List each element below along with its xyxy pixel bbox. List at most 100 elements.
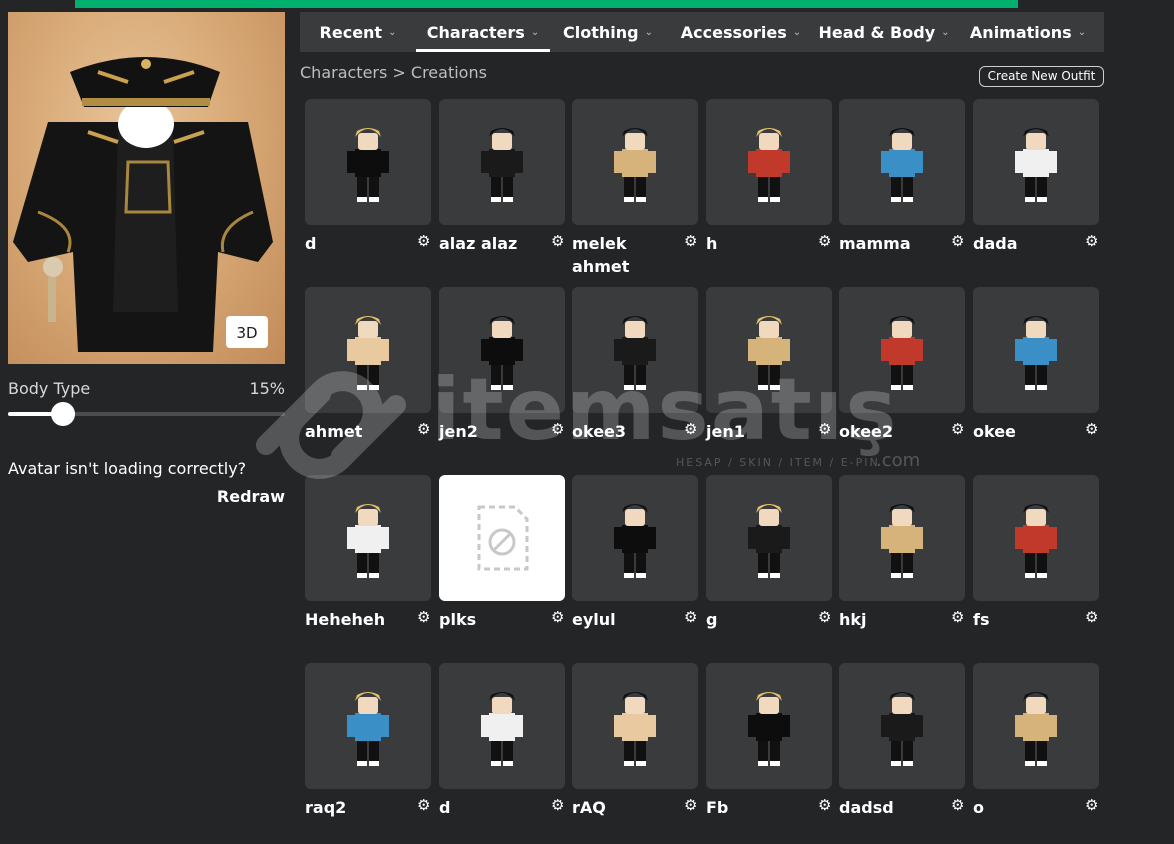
tab-animations[interactable]: Animations ⌄ (952, 12, 1104, 52)
outfit-card[interactable]: okee2 ⚙ (839, 287, 965, 441)
outfit-name: dada (973, 234, 1018, 253)
outfit-card[interactable]: hkj ⚙ (839, 475, 965, 629)
outfit-name: alaz alaz (439, 234, 518, 253)
outfit-thumbnail[interactable] (305, 99, 431, 225)
gear-icon[interactable]: ⚙ (951, 420, 964, 438)
gear-icon[interactable]: ⚙ (417, 420, 430, 438)
avatar-preview[interactable]: 3D (8, 12, 285, 364)
gear-icon[interactable]: ⚙ (951, 608, 964, 626)
body-type-slider[interactable] (8, 402, 285, 426)
outfit-card[interactable]: dada ⚙ (973, 99, 1099, 253)
outfit-name: jen1 (706, 422, 745, 441)
outfit-card[interactable]: jen2 ⚙ (439, 287, 565, 441)
outfit-thumbnail[interactable] (305, 287, 431, 413)
avatar-thumbnail-figure (1015, 504, 1057, 578)
outfit-thumbnail[interactable] (439, 287, 565, 413)
outfit-thumbnail[interactable] (305, 663, 431, 789)
outfit-card[interactable]: alaz alaz ⚙ (439, 99, 565, 253)
gear-icon[interactable]: ⚙ (1085, 796, 1098, 814)
avatar-thumbnail-figure (614, 128, 656, 202)
outfit-thumbnail[interactable] (305, 475, 431, 601)
outfit-thumbnail[interactable] (839, 287, 965, 413)
outfit-card[interactable]: g ⚙ (706, 475, 832, 629)
gear-icon[interactable]: ⚙ (417, 232, 430, 250)
gear-icon[interactable]: ⚙ (818, 232, 831, 250)
outfit-thumbnail[interactable] (572, 663, 698, 789)
view-3d-button[interactable]: 3D (226, 316, 268, 348)
outfit-card[interactable]: d ⚙ (439, 663, 565, 817)
avatar-thumbnail-figure (748, 504, 790, 578)
gear-icon[interactable]: ⚙ (818, 420, 831, 438)
gear-icon[interactable]: ⚙ (1085, 232, 1098, 250)
gear-icon[interactable]: ⚙ (684, 608, 697, 626)
tab-recent[interactable]: Recent ⌄ (300, 12, 416, 52)
outfit-thumbnail[interactable] (706, 663, 832, 789)
gear-icon[interactable]: ⚙ (818, 608, 831, 626)
tab-label: Head & Body (818, 22, 936, 42)
outfit-card[interactable]: Fb ⚙ (706, 663, 832, 817)
gear-icon[interactable]: ⚙ (951, 232, 964, 250)
gear-icon[interactable]: ⚙ (1085, 420, 1098, 438)
outfit-card[interactable]: o ⚙ (973, 663, 1099, 817)
outfit-thumbnail[interactable] (572, 287, 698, 413)
outfit-name: h (706, 234, 718, 253)
slider-thumb[interactable] (50, 402, 75, 426)
outfit-card[interactable]: plks ⚙ (439, 475, 565, 629)
gear-icon[interactable]: ⚙ (551, 608, 564, 626)
outfit-thumbnail[interactable] (439, 475, 565, 601)
outfit-card[interactable]: eylul ⚙ (572, 475, 698, 629)
outfit-card[interactable]: fs ⚙ (973, 475, 1099, 629)
outfit-card[interactable]: mamma ⚙ (839, 99, 965, 253)
outfit-card[interactable]: Heheheh ⚙ (305, 475, 431, 629)
gear-icon[interactable]: ⚙ (818, 796, 831, 814)
tab-clothing[interactable]: Clothing ⌄ (550, 12, 666, 52)
gear-icon[interactable]: ⚙ (684, 420, 697, 438)
outfit-card[interactable]: raq2 ⚙ (305, 663, 431, 817)
outfit-thumbnail[interactable] (572, 475, 698, 601)
outfit-card[interactable]: d ⚙ (305, 99, 431, 253)
outfit-thumbnail[interactable] (973, 475, 1099, 601)
avatar-help-text: Avatar isn't loading correctly? (8, 459, 247, 478)
outfit-card[interactable]: h ⚙ (706, 99, 832, 253)
gear-icon[interactable]: ⚙ (1085, 608, 1098, 626)
outfit-thumbnail[interactable] (439, 99, 565, 225)
outfit-thumbnail[interactable] (706, 99, 832, 225)
redraw-link[interactable]: Redraw (217, 487, 285, 506)
outfit-card[interactable]: okee3 ⚙ (572, 287, 698, 441)
avatar-thumbnail-figure (481, 692, 523, 766)
outfit-thumbnail[interactable] (572, 99, 698, 225)
tab-label: Clothing (563, 22, 639, 42)
outfit-thumbnail[interactable] (839, 663, 965, 789)
outfit-thumbnail[interactable] (706, 287, 832, 413)
outfit-thumbnail[interactable] (439, 663, 565, 789)
gear-icon[interactable]: ⚙ (551, 420, 564, 438)
outfit-card[interactable]: rAQ ⚙ (572, 663, 698, 817)
outfit-card[interactable]: dadsd ⚙ (839, 663, 965, 817)
outfit-thumbnail[interactable] (973, 99, 1099, 225)
tab-accessories[interactable]: Accessories ⌄ (666, 12, 816, 52)
outfit-card[interactable]: okee ⚙ (973, 287, 1099, 441)
outfit-name: d (439, 798, 451, 817)
outfit-card[interactable]: ahmet ⚙ (305, 287, 431, 441)
body-type-label: Body Type (8, 379, 91, 398)
avatar-thumbnail-figure (614, 504, 656, 578)
tab-label: Animations (969, 22, 1072, 42)
gear-icon[interactable]: ⚙ (951, 796, 964, 814)
outfit-thumbnail[interactable] (973, 287, 1099, 413)
gear-icon[interactable]: ⚙ (684, 796, 697, 814)
gear-icon[interactable]: ⚙ (417, 608, 430, 626)
create-new-outfit-button[interactable]: Create New Outfit (979, 66, 1104, 87)
breadcrumb[interactable]: Characters > Creations (300, 63, 487, 82)
gear-icon[interactable]: ⚙ (417, 796, 430, 814)
outfit-thumbnail[interactable] (839, 475, 965, 601)
tab-head-body[interactable]: Head & Body ⌄ (816, 12, 952, 52)
outfit-card[interactable]: jen1 ⚙ (706, 287, 832, 441)
outfit-card[interactable]: melek ahmet ⚙ (572, 99, 698, 276)
tab-characters[interactable]: Characters ⌄ (416, 12, 550, 52)
gear-icon[interactable]: ⚙ (551, 232, 564, 250)
outfit-thumbnail[interactable] (706, 475, 832, 601)
gear-icon[interactable]: ⚙ (684, 232, 697, 250)
gear-icon[interactable]: ⚙ (551, 796, 564, 814)
outfit-thumbnail[interactable] (839, 99, 965, 225)
outfit-thumbnail[interactable] (973, 663, 1099, 789)
